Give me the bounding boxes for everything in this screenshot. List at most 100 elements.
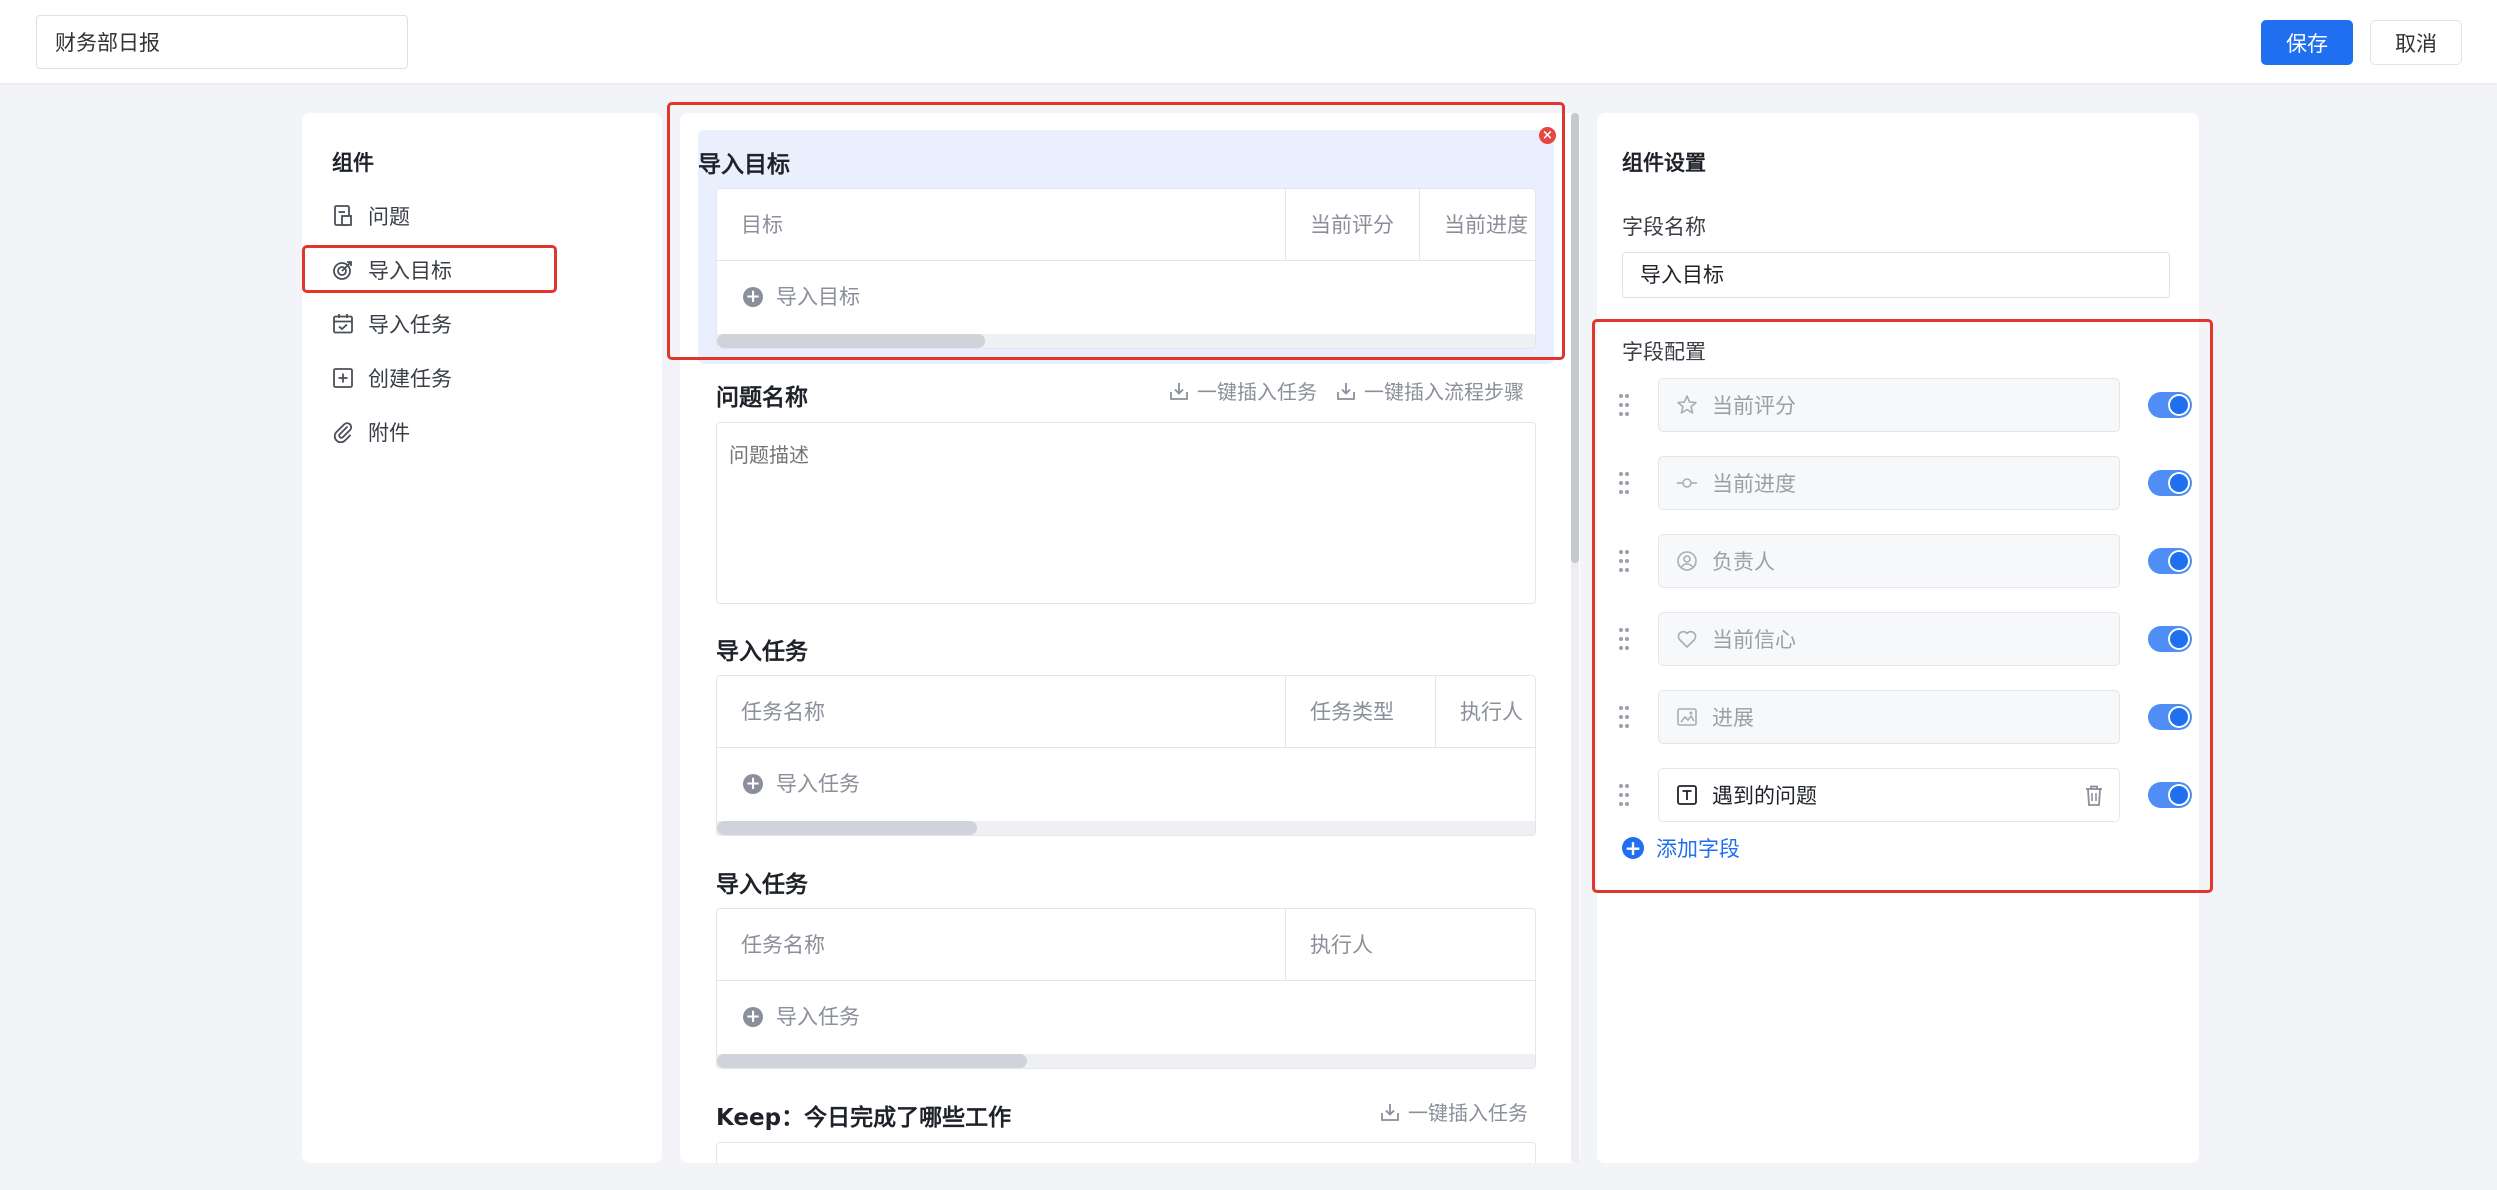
- plus-circle-icon: +: [743, 774, 763, 794]
- goal-table-scrollbar[interactable]: [717, 334, 1535, 348]
- component-item-create-task[interactable]: 创建任务: [332, 358, 582, 398]
- import-icon: [1337, 382, 1355, 400]
- column-header: 当前评分: [1285, 189, 1419, 261]
- import-task-label: 导入任务: [776, 1005, 860, 1029]
- field-toggle[interactable]: [2148, 392, 2192, 418]
- field-toggle[interactable]: [2148, 470, 2192, 496]
- field-row-issues: 遇到的问题: [1617, 768, 2192, 822]
- task-block-1: 导入任务: [716, 632, 1536, 666]
- insert-steps-label: 一键插入流程步骤: [1364, 380, 1524, 404]
- import-icon: [1170, 382, 1188, 400]
- column-header: 执行人: [1435, 676, 1535, 748]
- task-table-1-scrollbar[interactable]: [717, 821, 1535, 835]
- task-table-2-scrollbar[interactable]: [717, 1054, 1535, 1068]
- insert-task-label: 一键插入任务: [1197, 380, 1317, 404]
- import-goal-label: 导入目标: [776, 285, 860, 309]
- heart-icon: [1676, 628, 1698, 650]
- column-header: 任务名称: [741, 700, 825, 724]
- import-icon: [1381, 1103, 1399, 1121]
- import-task-row[interactable]: + 导入任务: [717, 748, 1535, 820]
- report-title-input[interactable]: [36, 15, 408, 69]
- document-icon: [332, 205, 354, 227]
- drag-handle-icon[interactable]: [1617, 390, 1631, 420]
- task-block-1-title: 导入任务: [716, 639, 808, 665]
- import-task-label: 导入任务: [776, 772, 860, 796]
- star-icon: [1676, 394, 1698, 416]
- component-item-attachment[interactable]: 附件: [332, 412, 582, 452]
- top-bar: 保存 取消: [0, 0, 2497, 83]
- field-toggle[interactable]: [2148, 782, 2192, 808]
- cancel-button[interactable]: 取消: [2370, 20, 2462, 65]
- add-field-label: 添加字段: [1656, 837, 1740, 861]
- drag-handle-icon[interactable]: [1617, 702, 1631, 732]
- component-item-label: 创建任务: [368, 367, 452, 391]
- delete-block-icon[interactable]: ×: [1539, 127, 1556, 144]
- component-item-import-task[interactable]: 导入任务: [332, 304, 582, 344]
- save-button[interactable]: 保存: [2261, 20, 2353, 65]
- field-box: 当前进度: [1658, 456, 2120, 510]
- keep-insert-task-label: 一键插入任务: [1408, 1101, 1528, 1125]
- field-label: 当前信心: [1712, 628, 1796, 652]
- field-toggle[interactable]: [2148, 626, 2192, 652]
- drag-handle-icon[interactable]: [1617, 546, 1631, 576]
- plus-circle-icon: +: [1622, 837, 1644, 859]
- field-box: 遇到的问题: [1658, 768, 2120, 822]
- field-name-input[interactable]: 导入目标: [1622, 252, 2170, 298]
- target-icon: [332, 259, 354, 281]
- field-label: 进展: [1712, 706, 1754, 730]
- drag-handle-icon[interactable]: [1617, 780, 1631, 810]
- component-item-import-goal[interactable]: 导入目标: [332, 250, 582, 290]
- text-icon: [1676, 784, 1698, 806]
- goal-table-header: 目标 当前评分 当前进度: [717, 189, 1535, 261]
- drag-handle-icon[interactable]: [1617, 624, 1631, 654]
- drag-handle-icon[interactable]: [1617, 468, 1631, 498]
- image-icon: [1676, 706, 1698, 728]
- field-name-label: 字段名称: [1622, 215, 1706, 239]
- field-row-confidence: 当前信心: [1617, 612, 2192, 666]
- goal-table: 目标 当前评分 当前进度 + 导入目标: [716, 188, 1536, 349]
- field-box: 当前信心: [1658, 612, 2120, 666]
- field-row-rating: 当前评分: [1617, 378, 2192, 432]
- field-toggle[interactable]: [2148, 548, 2192, 574]
- insert-steps-link[interactable]: 一键插入流程步骤: [1336, 376, 1524, 405]
- calendar-check-icon: [332, 313, 354, 335]
- field-box: 负责人: [1658, 534, 2120, 588]
- field-toggle[interactable]: [2148, 704, 2192, 730]
- canvas-scrollbar[interactable]: [1571, 113, 1579, 1163]
- component-item-label: 导入目标: [368, 259, 452, 283]
- components-panel: 组件 问题 导入目标 导入任务 创建任务 附件: [302, 113, 662, 1163]
- component-item-label: 导入任务: [368, 313, 452, 337]
- trash-icon[interactable]: [2083, 784, 2105, 808]
- problem-description-input[interactable]: [716, 422, 1536, 604]
- task-table-1: 任务名称 任务类型 执行人 + 导入任务: [716, 675, 1536, 836]
- keep-input[interactable]: [716, 1142, 1536, 1163]
- field-label: 当前进度: [1712, 472, 1796, 496]
- goal-block-title: 导入目标: [698, 152, 790, 178]
- keep-insert-task-link[interactable]: 一键插入任务: [1380, 1097, 1528, 1126]
- component-item-label: 附件: [368, 421, 410, 445]
- user-circle-icon: [1676, 550, 1698, 572]
- field-label: 遇到的问题: [1712, 784, 1817, 808]
- field-row-progress: 当前进度: [1617, 456, 2192, 510]
- settings-panel: 组件设置 字段名称 导入目标 字段配置 当前评分 当前进度 负责人 当前信心 进…: [1597, 113, 2199, 1163]
- column-header: 任务名称: [741, 933, 825, 957]
- add-field-button[interactable]: + 添加字段: [1622, 833, 1740, 863]
- progress-icon: [1676, 472, 1698, 494]
- settings-title: 组件设置: [1622, 151, 1706, 175]
- field-box: 当前评分: [1658, 378, 2120, 432]
- task-block-2-title: 导入任务: [716, 872, 808, 898]
- components-title: 组件: [332, 151, 374, 175]
- field-row-owner: 负责人: [1617, 534, 2192, 588]
- import-goal-row[interactable]: + 导入目标: [717, 261, 1535, 333]
- report-canvas: × 导入目标 目标 当前评分 当前进度 + 导入目标 问题名称 一键插入任务 一…: [680, 113, 1580, 1163]
- component-item-problem[interactable]: 问题: [332, 196, 582, 236]
- task-table-2-header: 任务名称 执行人: [717, 909, 1535, 981]
- insert-task-link[interactable]: 一键插入任务: [1169, 376, 1317, 405]
- column-header: 执行人: [1285, 909, 1535, 981]
- task-table-1-header: 任务名称 任务类型 执行人: [717, 676, 1535, 748]
- column-header: 任务类型: [1285, 676, 1435, 748]
- field-label: 负责人: [1712, 550, 1775, 574]
- import-task-row[interactable]: + 导入任务: [717, 981, 1535, 1053]
- field-row-progress-note: 进展: [1617, 690, 2192, 744]
- field-label: 当前评分: [1712, 394, 1796, 418]
